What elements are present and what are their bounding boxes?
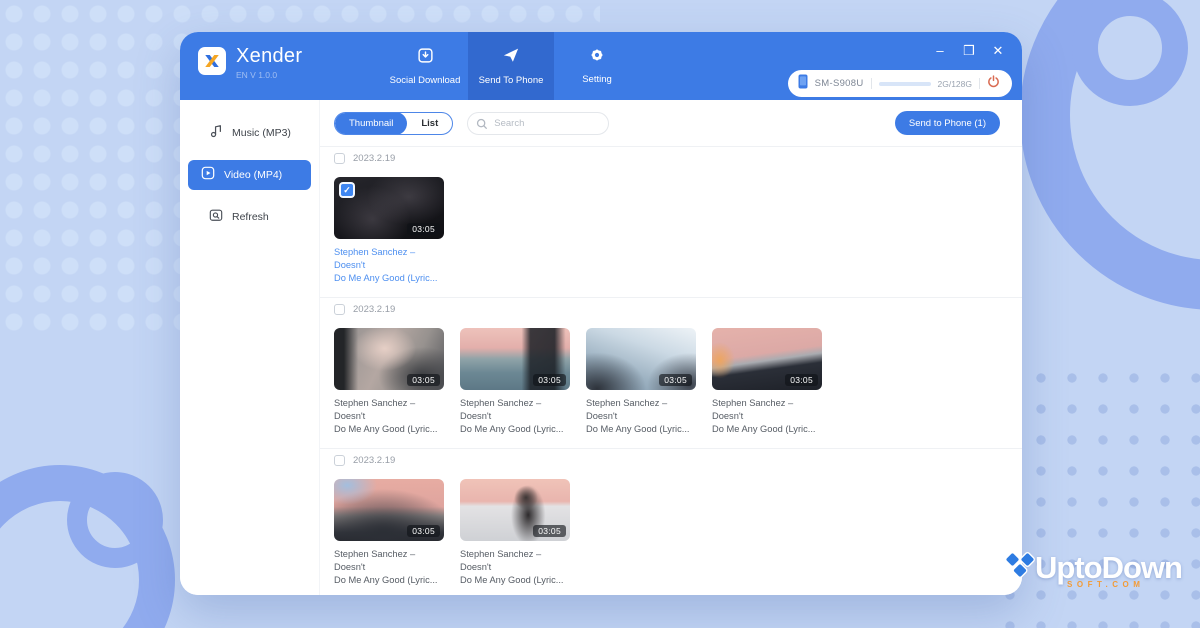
close-button[interactable]: ✕ (990, 42, 1006, 60)
video-title: Stephen Sanchez – Doesn't Do Me Any Good… (460, 397, 570, 436)
storage-bar (879, 82, 931, 86)
header-tabs: Social Download Send To Phone (382, 32, 640, 100)
duration-badge: 03:05 (659, 374, 692, 386)
window-controls: – ❒ ✕ (932, 42, 1006, 60)
send-to-phone-button[interactable]: Send to Phone (1) (895, 111, 1000, 135)
storage-text: 2G/128G (938, 79, 973, 89)
duration-badge: 03:05 (407, 223, 440, 235)
video-card[interactable]: 03:05 Stephen Sanchez – Doesn't Do Me An… (460, 328, 570, 436)
thumbnail-view-button[interactable]: Thumbnail (335, 112, 407, 135)
sidebar-item-label: Video (MP4) (224, 169, 282, 181)
phone-icon (798, 74, 808, 94)
video-card[interactable]: ✓ 03:05 Stephen Sanchez – Doesn't Do Me … (334, 177, 444, 285)
video-title: Stephen Sanchez – Doesn't Do Me Any Good… (334, 246, 444, 285)
app-title: Xender (236, 45, 302, 68)
paper-plane-icon (502, 46, 520, 69)
app-header: Xender EN V 1.0.0 Social Download (180, 32, 1022, 100)
sidebar-item-label: Refresh (232, 211, 269, 223)
video-card[interactable]: 03:05 Stephen Sanchez – Doesn't Do Me An… (334, 328, 444, 436)
date-section-header: 2023.2.19 (320, 146, 1022, 169)
video-thumbnail[interactable]: ✓ 03:05 (334, 177, 444, 239)
duration-badge: 03:05 (407, 525, 440, 537)
date-section-header: 2023.2.19 (320, 448, 1022, 471)
duration-badge: 03:05 (533, 374, 566, 386)
connected-device-pill: SM-S908U 2G/128G (788, 70, 1012, 97)
sidebar: Music (MP3) Video (MP4) (180, 100, 320, 595)
video-card[interactable]: 03:05 Stephen Sanchez – Doesn't Do Me An… (334, 479, 444, 587)
app-window: Xender EN V 1.0.0 Social Download (180, 32, 1022, 595)
divider (979, 78, 980, 89)
search-input[interactable] (467, 112, 609, 135)
video-thumbnail[interactable]: 03:05 (334, 479, 444, 541)
app-version: EN V 1.0.0 (236, 70, 302, 80)
sidebar-item-label: Music (MP3) (232, 127, 291, 139)
desktop-background: Xender EN V 1.0.0 Social Download (0, 0, 1200, 628)
sidebar-item-refresh[interactable]: Refresh (188, 202, 311, 232)
tab-social-download[interactable]: Social Download (382, 32, 468, 100)
uptodown-watermark: UptoDown SOFT.COM (999, 547, 1182, 594)
video-thumbnail[interactable]: 03:05 (586, 328, 696, 390)
toolbar: Thumbnail List Send to Phone (1) (320, 100, 1022, 146)
video-title: Stephen Sanchez – Doesn't Do Me Any Good… (586, 397, 696, 436)
duration-badge: 03:05 (533, 525, 566, 537)
video-card[interactable]: 03:05 Stephen Sanchez – Doesn't Do Me An… (460, 479, 570, 587)
download-tray-icon (417, 47, 434, 69)
sidebar-item-music[interactable]: Music (MP3) (188, 118, 311, 148)
video-title: Stephen Sanchez – Doesn't Do Me Any Good… (334, 548, 444, 587)
main-panel: Thumbnail List Send to Phone (1) (320, 100, 1022, 595)
minimize-button[interactable]: – (932, 42, 948, 60)
video-thumbnail[interactable]: 03:05 (460, 328, 570, 390)
music-note-icon (209, 124, 223, 143)
duration-badge: 03:05 (407, 374, 440, 386)
video-card[interactable]: 03:05 Stephen Sanchez – Doesn't Do Me An… (712, 328, 822, 436)
tab-send-to-phone[interactable]: Send To Phone (468, 32, 554, 100)
folder-search-icon (209, 208, 223, 227)
gear-icon (589, 47, 605, 68)
date-section: 2023.2.19 03:05 Stephen Sanchez – Doesn'… (320, 297, 1022, 448)
date-label: 2023.2.19 (353, 153, 395, 164)
app-brand: Xender EN V 1.0.0 (198, 45, 302, 80)
video-thumbnail[interactable]: 03:05 (460, 479, 570, 541)
search-box (467, 112, 609, 135)
date-label: 2023.2.19 (353, 455, 395, 466)
tab-label: Social Download (390, 75, 461, 86)
video-title: Stephen Sanchez – Doesn't Do Me Any Good… (712, 397, 822, 436)
video-title: Stephen Sanchez – Doesn't Do Me Any Good… (334, 397, 444, 436)
decor-ring (67, 472, 163, 568)
divider (871, 78, 872, 89)
date-label: 2023.2.19 (353, 304, 395, 315)
device-name: SM-S908U (815, 78, 864, 89)
duration-badge: 03:05 (785, 374, 818, 386)
date-section-header: 2023.2.19 (320, 297, 1022, 320)
video-card[interactable]: 03:05 Stephen Sanchez – Doesn't Do Me An… (586, 328, 696, 436)
watermark-title: UptoDown (1035, 553, 1182, 583)
video-list: 2023.2.19 ✓ 03:05 Stephen Sanchez – Does… (320, 146, 1022, 595)
video-thumbnail[interactable]: 03:05 (712, 328, 822, 390)
checkbox-checked-icon[interactable]: ✓ (339, 182, 355, 198)
date-section: 2023.2.19 03:05 Stephen Sanchez – Doesn'… (320, 448, 1022, 595)
search-icon (476, 117, 488, 135)
maximize-button[interactable]: ❒ (961, 42, 977, 60)
tab-setting[interactable]: Setting (554, 32, 640, 100)
video-thumbnail[interactable]: 03:05 (334, 328, 444, 390)
checkbox[interactable] (334, 455, 345, 466)
list-view-button[interactable]: List (407, 112, 452, 135)
xender-logo-icon (198, 47, 226, 75)
checkbox[interactable] (334, 153, 345, 164)
tab-label: Send To Phone (479, 75, 544, 86)
video-play-icon (201, 166, 215, 185)
date-section: 2023.2.19 ✓ 03:05 Stephen Sanchez – Does… (320, 146, 1022, 297)
video-title: Stephen Sanchez – Doesn't Do Me Any Good… (460, 548, 570, 587)
power-disconnect-icon[interactable] (987, 75, 1000, 93)
tab-label: Setting (582, 74, 612, 85)
sidebar-item-video[interactable]: Video (MP4) (188, 160, 311, 190)
checkbox[interactable] (334, 304, 345, 315)
view-toggle: Thumbnail List (334, 112, 453, 135)
